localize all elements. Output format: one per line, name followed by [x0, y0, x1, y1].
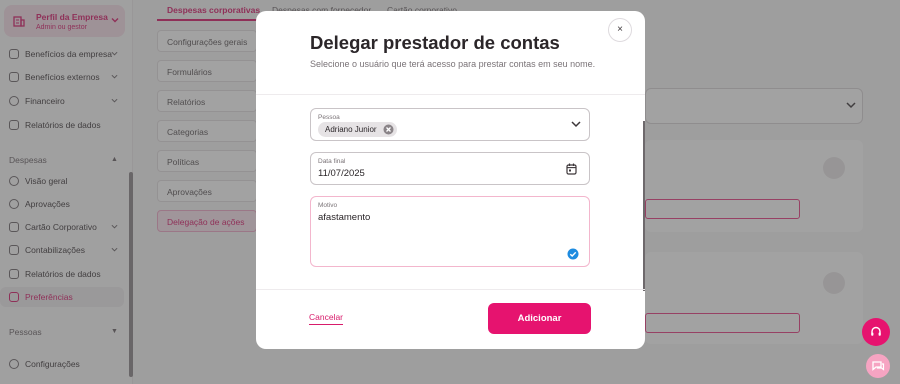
- reason-label: Motivo: [318, 202, 338, 209]
- remove-chip-icon[interactable]: [383, 124, 394, 135]
- delegate-modal: × Delegar prestador de contas Selecione …: [256, 11, 645, 349]
- chevron-down-icon[interactable]: [571, 121, 581, 128]
- modal-scrollbar[interactable]: [643, 121, 645, 291]
- close-button[interactable]: ×: [608, 18, 632, 42]
- person-label: Pessoa: [318, 114, 340, 121]
- add-button[interactable]: Adicionar: [488, 303, 591, 334]
- chip-label: Adriano Junior: [325, 125, 377, 134]
- person-select[interactable]: Pessoa Adriano Junior: [310, 108, 590, 141]
- cancel-button[interactable]: Cancelar: [309, 312, 344, 325]
- divider: [256, 94, 645, 95]
- modal-subtitle: Selecione o usuário que terá acesso para…: [310, 59, 596, 69]
- help-button[interactable]: [862, 318, 890, 346]
- chat-button[interactable]: [866, 354, 890, 378]
- check-circle-icon: [567, 248, 579, 260]
- close-icon: ×: [617, 24, 623, 35]
- end-date-field[interactable]: Data final 11/07/2025: [310, 152, 590, 185]
- headset-icon: [871, 326, 881, 336]
- modal-title: Delegar prestador de contas: [310, 32, 560, 53]
- reason-textarea[interactable]: Motivo afastamento: [310, 196, 590, 267]
- reason-value: afastamento: [318, 212, 371, 223]
- end-date-value: 11/07/2025: [318, 168, 365, 179]
- end-date-label: Data final: [318, 158, 346, 165]
- divider: [256, 289, 645, 290]
- chat-icon: [872, 361, 885, 371]
- calendar-icon[interactable]: [566, 163, 577, 175]
- selected-person-chip[interactable]: Adriano Junior: [318, 122, 397, 137]
